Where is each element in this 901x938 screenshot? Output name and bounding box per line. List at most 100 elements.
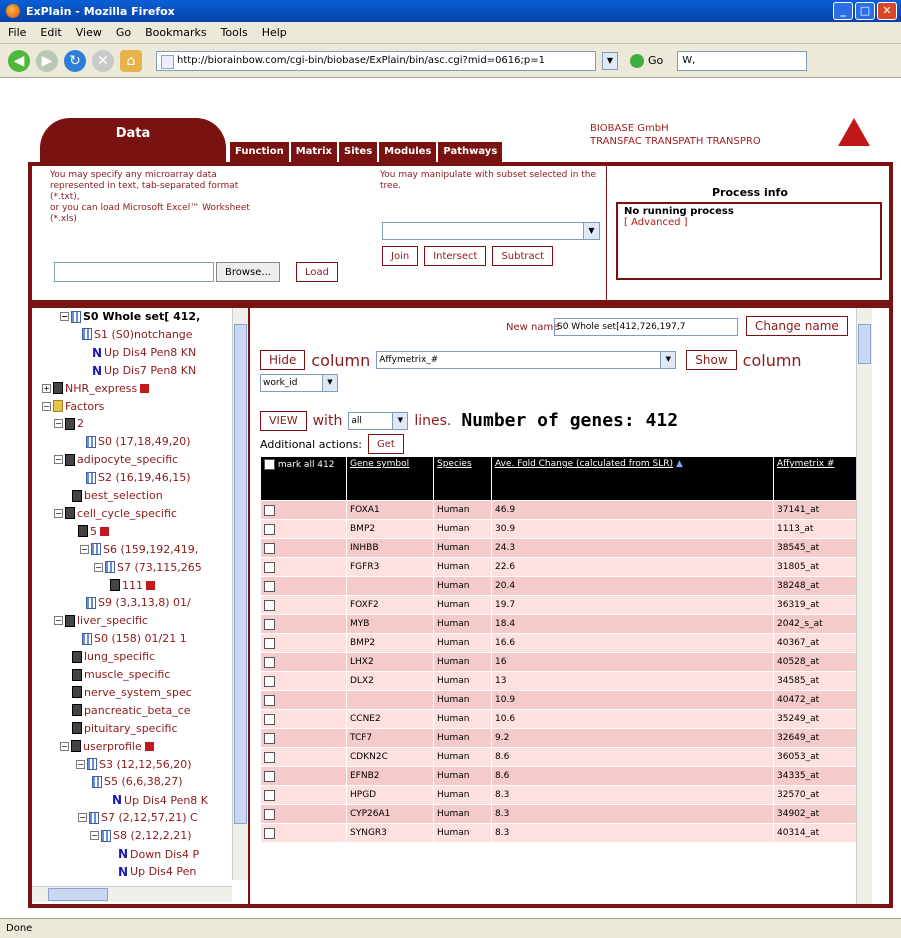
tree-node[interactable]: N Up Dis4 Pen — [118, 865, 196, 879]
mark-all-checkbox[interactable] — [264, 459, 275, 470]
tree-node[interactable]: lung_specific — [72, 650, 155, 663]
collapse-icon[interactable]: − — [78, 813, 87, 823]
scrollbar-thumb[interactable] — [48, 888, 108, 901]
tree-node[interactable]: N Up Dis7 Pen8 KN — [92, 364, 196, 378]
subtract-button[interactable]: Subtract — [492, 246, 554, 266]
view-button[interactable]: VIEW — [260, 410, 307, 431]
tree-node[interactable]: N Up Dis4 Pen8 K — [112, 793, 208, 807]
row-checkbox[interactable] — [264, 827, 275, 839]
info-badge-icon[interactable] — [100, 526, 109, 536]
tab-matrix[interactable]: Matrix — [290, 142, 337, 162]
tree-node[interactable]: −2 — [54, 417, 84, 430]
scrollbar-thumb[interactable] — [858, 324, 871, 364]
row-checkbox[interactable] — [264, 732, 275, 744]
row-checkbox[interactable] — [264, 523, 275, 535]
collapse-icon[interactable]: − — [60, 741, 69, 751]
affymetrix-sort-link[interactable]: Affymetrix # — [777, 459, 834, 469]
close-button[interactable]: ✕ — [877, 2, 897, 20]
row-checkbox[interactable] — [264, 694, 275, 706]
tree-node[interactable]: − S7 (2,12,57,21) C — [78, 811, 198, 824]
tree-node[interactable]: pancreatic_beta_ce — [72, 704, 191, 717]
header-fold-change[interactable]: Ave. Fold Change (calculated from SLR) ▲ — [491, 456, 774, 501]
row-checkbox[interactable] — [264, 637, 275, 649]
hide-column-select[interactable]: Affymetrix_# ▼ — [376, 351, 677, 369]
collapse-icon[interactable]: − — [90, 831, 99, 841]
menu-file[interactable]: File — [8, 26, 26, 39]
row-checkbox[interactable] — [264, 542, 275, 554]
row-checkbox[interactable] — [264, 656, 275, 668]
tree-node[interactable]: S0 (17,18,49,20) — [86, 435, 191, 448]
collapse-icon[interactable]: − — [80, 544, 89, 554]
tree-node[interactable]: − adipocyte_specific — [54, 453, 178, 466]
forward-arrow-icon[interactable]: ▶ — [36, 49, 58, 72]
tree-node[interactable]: − Factors — [42, 400, 104, 413]
collapse-icon[interactable]: − — [54, 508, 63, 518]
intersect-button[interactable]: Intersect — [424, 246, 487, 266]
collapse-icon[interactable]: − — [54, 419, 63, 429]
tree-node[interactable]: − liver_specific — [54, 614, 148, 627]
tree-node[interactable]: S1 (S0)notchange — [82, 328, 193, 341]
tree-node[interactable]: − S6 (159,192,419, — [80, 543, 198, 556]
tree-node[interactable]: + NHR_express — [42, 382, 150, 395]
row-checkbox[interactable] — [264, 618, 275, 630]
tree-node[interactable]: 5 — [78, 525, 109, 538]
tree-node[interactable]: − S8 (2,12,2,21) — [90, 829, 192, 842]
load-button[interactable]: Load — [296, 262, 338, 282]
tree-node[interactable]: − cell_cycle_specific — [54, 507, 177, 520]
row-checkbox[interactable] — [264, 751, 275, 763]
minimize-button[interactable]: _ — [833, 2, 853, 20]
tab-modules[interactable]: Modules — [379, 142, 437, 162]
row-checkbox[interactable] — [264, 561, 275, 573]
header-gene-symbol[interactable]: Gene symbol — [346, 456, 434, 501]
tab-sites[interactable]: Sites — [339, 142, 378, 162]
hide-column-button[interactable]: Hide — [260, 350, 306, 370]
menu-tools[interactable]: Tools — [221, 26, 248, 39]
reload-icon[interactable]: ↻ — [64, 49, 86, 72]
info-badge-icon[interactable] — [146, 580, 155, 590]
lines-select[interactable]: all ▼ — [348, 411, 409, 430]
tab-pathways[interactable]: Pathways — [438, 142, 503, 162]
fold-change-sort-link[interactable]: Ave. Fold Change (calculated from SLR) — [495, 459, 673, 469]
tree-node[interactable]: 111 — [110, 579, 155, 592]
tree-node[interactable]: S0 (158) 01/21 1 — [82, 632, 187, 645]
row-checkbox[interactable] — [264, 713, 275, 725]
collapse-icon[interactable]: − — [94, 562, 103, 572]
tree-node[interactable]: N Down Dis4 P — [118, 847, 199, 861]
scrollbar-thumb[interactable] — [234, 324, 247, 824]
tree-node[interactable]: nerve_system_spec — [72, 686, 192, 699]
tree-horizontal-scrollbar[interactable] — [32, 886, 232, 902]
collapse-icon[interactable]: − — [54, 455, 63, 465]
tab-function[interactable]: Function — [230, 142, 289, 162]
tree-node[interactable]: S2 (16,19,46,15) — [86, 471, 191, 484]
search-input[interactable]: W, — [677, 50, 808, 71]
advanced-link[interactable]: [ Advanced ] — [624, 217, 874, 228]
tree-node[interactable]: − S3 (12,12,56,20) — [76, 758, 192, 771]
tree-node[interactable]: pituitary_specific — [72, 722, 178, 735]
stop-icon[interactable]: ✕ — [92, 49, 114, 72]
menu-go[interactable]: Go — [116, 26, 131, 39]
tab-data[interactable]: Data — [40, 118, 226, 162]
header-species[interactable]: Species — [433, 456, 492, 501]
tree-node[interactable]: S5 (6,6,38,27) — [92, 775, 183, 788]
tree-node[interactable]: S9 (3,3,13,8) 01/ — [86, 596, 191, 609]
menu-view[interactable]: View — [76, 26, 102, 39]
get-button[interactable]: Get — [368, 434, 404, 454]
tree-node[interactable]: − S7 (73,115,265 — [94, 561, 202, 574]
menu-edit[interactable]: Edit — [40, 26, 61, 39]
home-icon[interactable]: ⌂ — [120, 49, 142, 72]
header-affymetrix[interactable]: Affymetrix # — [773, 456, 860, 501]
tree-node[interactable]: N Up Dis4 Pen8 KN — [92, 346, 196, 360]
collapse-icon[interactable]: − — [60, 312, 69, 321]
tree-node[interactable]: muscle_specific — [72, 668, 170, 681]
collapse-icon[interactable]: − — [54, 616, 63, 626]
row-checkbox[interactable] — [264, 580, 275, 592]
tree-scrollbar[interactable] — [232, 308, 248, 880]
row-checkbox[interactable] — [264, 599, 275, 611]
results-scrollbar[interactable] — [856, 308, 872, 904]
row-checkbox[interactable] — [264, 504, 275, 516]
subset-select[interactable]: ▼ — [382, 222, 600, 240]
back-arrow-icon[interactable]: ◀ — [8, 49, 30, 72]
show-column-select[interactable]: work_id ▼ — [260, 374, 338, 392]
row-checkbox[interactable] — [264, 675, 275, 687]
go-button[interactable]: Go — [630, 53, 663, 68]
